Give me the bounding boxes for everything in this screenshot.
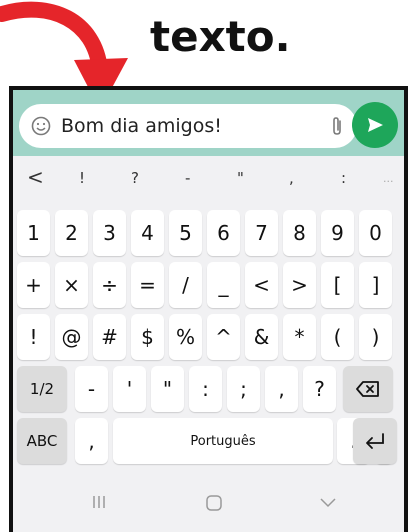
space-key[interactable]: Português [113, 418, 333, 464]
send-button[interactable] [352, 102, 398, 148]
key[interactable]: [ [321, 262, 354, 308]
keyboard-row-symbols-2: ! @ # $ % ^ & * ( ) [17, 314, 400, 360]
paperclip-icon[interactable] [329, 115, 345, 137]
page-toggle-key[interactable]: 1/2 [17, 366, 67, 412]
keyboard-row-symbols-1: + × ÷ = / _ < > [ ] [17, 262, 400, 308]
key[interactable]: 5 [169, 210, 202, 256]
key[interactable]: , [265, 366, 298, 412]
headline-text: texto. [150, 12, 291, 61]
key[interactable]: ' [113, 366, 146, 412]
backspace-icon [356, 381, 379, 397]
key[interactable]: 3 [93, 210, 126, 256]
key[interactable]: ] [359, 262, 392, 308]
android-nav-bar [13, 480, 404, 532]
toolbar-key[interactable]: " [237, 169, 244, 187]
toolbar-key[interactable]: , [289, 169, 294, 187]
key[interactable]: 1 [17, 210, 50, 256]
smiley-icon[interactable] [31, 116, 51, 136]
key[interactable]: ^ [207, 314, 240, 360]
toolbar-key[interactable]: ? [131, 169, 139, 187]
toolbar-key[interactable]: : [341, 169, 346, 187]
enter-key[interactable] [353, 418, 397, 464]
key[interactable]: ÷ [93, 262, 126, 308]
chat-input-bar: Bom dia amigos! [13, 90, 404, 156]
key[interactable]: 7 [245, 210, 278, 256]
keyboard-row-symbols-3: 1/2 - ' " : ; , ? [17, 366, 400, 412]
key[interactable]: - [75, 366, 108, 412]
key[interactable]: 9 [321, 210, 354, 256]
phone-frame: Bom dia amigos! < ! ? - " , : ... 1 2 3 … [9, 86, 408, 532]
key[interactable]: # [93, 314, 126, 360]
key[interactable]: ? [303, 366, 336, 412]
message-input[interactable]: Bom dia amigos! [19, 104, 357, 148]
key[interactable]: _ [207, 262, 240, 308]
backspace-key[interactable] [343, 366, 393, 412]
message-text: Bom dia amigos! [61, 115, 222, 137]
key[interactable]: ( [321, 314, 354, 360]
key[interactable]: 0 [359, 210, 392, 256]
key[interactable]: + [17, 262, 50, 308]
key[interactable]: × [55, 262, 88, 308]
chevron-down-icon[interactable] [319, 494, 337, 510]
toolbar-more-key[interactable]: ... [383, 172, 394, 185]
phone-screen: Bom dia amigos! < ! ? - " , : ... 1 2 3 … [13, 90, 404, 532]
send-icon [368, 118, 383, 132]
key[interactable]: 6 [207, 210, 240, 256]
toolbar-key[interactable]: ! [79, 169, 85, 187]
key[interactable]: 4 [131, 210, 164, 256]
key[interactable]: ) [359, 314, 392, 360]
key[interactable]: $ [131, 314, 164, 360]
key[interactable]: " [151, 366, 184, 412]
key[interactable]: / [169, 262, 202, 308]
recent-apps-icon[interactable] [91, 494, 107, 510]
keyboard-row-bottom: ABC , Português . [17, 418, 400, 464]
toolbar-key[interactable]: - [185, 169, 190, 187]
key[interactable]: 8 [283, 210, 316, 256]
keyboard-row-numbers: 1 2 3 4 5 6 7 8 9 0 [17, 210, 400, 256]
enter-icon [366, 433, 384, 449]
home-icon[interactable] [205, 494, 223, 512]
abc-key[interactable]: ABC [17, 418, 67, 464]
toolbar-back-key[interactable]: < [27, 165, 44, 189]
keyboard-toolbar: < ! ? - " , : ... [13, 156, 404, 202]
comma-key[interactable]: , [75, 418, 108, 464]
key[interactable]: = [131, 262, 164, 308]
key[interactable]: ! [17, 314, 50, 360]
key[interactable]: > [283, 262, 316, 308]
key[interactable]: ; [227, 366, 260, 412]
key[interactable]: * [283, 314, 316, 360]
key[interactable]: @ [55, 314, 88, 360]
key[interactable]: : [189, 366, 222, 412]
key[interactable]: % [169, 314, 202, 360]
key[interactable]: 2 [55, 210, 88, 256]
key[interactable]: & [245, 314, 278, 360]
key[interactable]: < [245, 262, 278, 308]
